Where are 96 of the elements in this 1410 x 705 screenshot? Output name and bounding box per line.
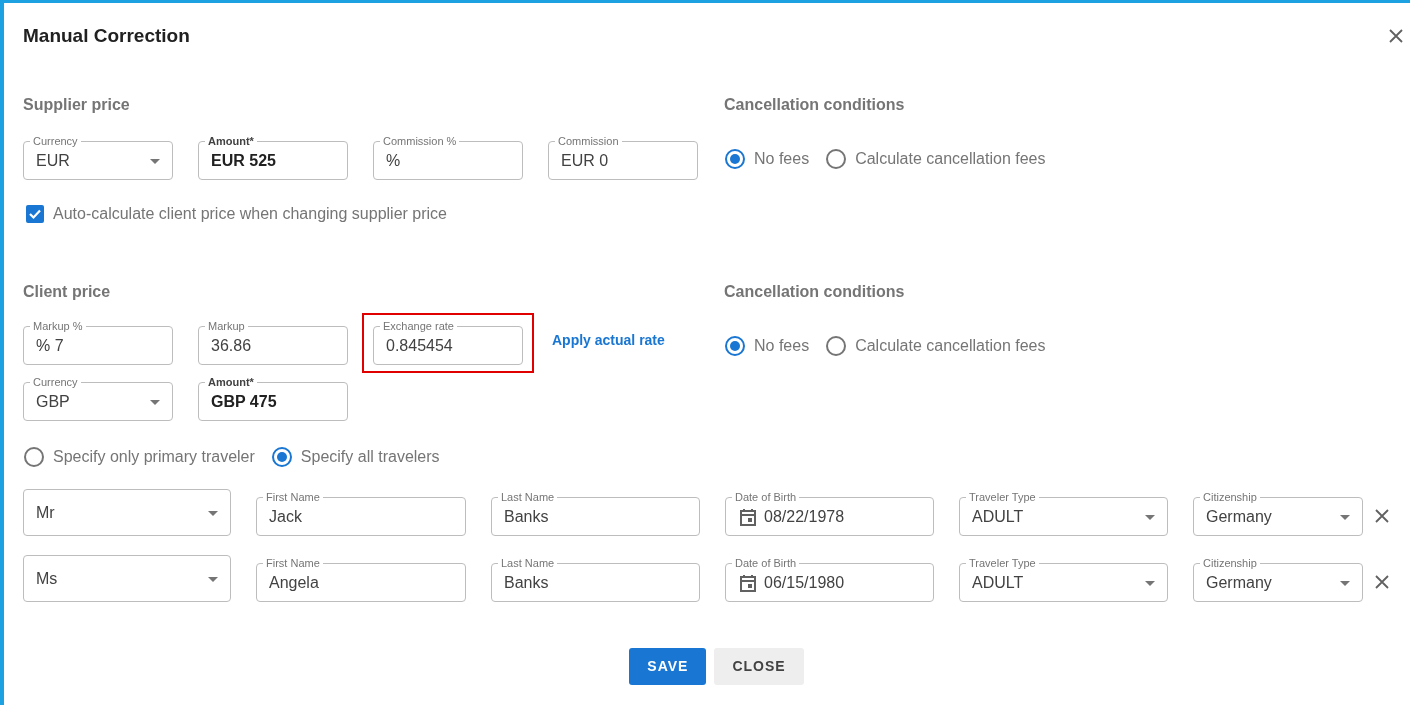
field-value[interactable]: Banks [504, 569, 687, 597]
checkbox[interactable] [25, 204, 45, 224]
field-value[interactable]: 0.845454 [386, 332, 510, 360]
select-field[interactable]: Ms [23, 555, 231, 602]
field-value[interactable]: % 7 [36, 332, 160, 360]
save-button[interactable]: SAVE [629, 648, 707, 685]
field-value[interactable]: GBP 475 [211, 388, 335, 416]
section-heading: Cancellation conditions [724, 95, 906, 115]
section-heading: Supplier price [23, 95, 131, 115]
caret-icon [208, 510, 218, 516]
field-label: Markup % [32, 321, 84, 332]
caret-icon [1145, 580, 1155, 586]
section-heading: Client price [23, 282, 112, 302]
field-label: Last Name [500, 558, 556, 569]
remove-icon[interactable] [1374, 574, 1390, 590]
field-label: Date of Birth [734, 492, 798, 503]
radio-label: Calculate cancellation fees [855, 149, 1046, 169]
remove-icon[interactable] [1374, 508, 1390, 524]
text-field[interactable]: Commission EUR 0 [548, 136, 698, 180]
radio-label: No fees [754, 336, 810, 356]
text-field[interactable]: Amount* GBP 475 [198, 377, 348, 421]
field-label: Citizenship [1202, 558, 1258, 569]
text-field[interactable]: Markup 36.86 [198, 321, 348, 365]
field-label: Last Name [500, 492, 556, 503]
apply-rate-link[interactable]: Apply actual rate [552, 329, 665, 351]
field-value[interactable]: GBP [36, 388, 144, 416]
field-label: Commission % [382, 136, 458, 147]
radio-button[interactable] [825, 335, 848, 357]
text-field[interactable]: Commission % % [373, 136, 523, 180]
field-value[interactable]: 36.86 [211, 332, 335, 360]
field-label: Traveler Type [968, 558, 1037, 569]
calendar-icon[interactable] [738, 507, 758, 527]
field-label: Markup [207, 321, 246, 332]
text-field[interactable]: Exchange rate 0.845454 [373, 321, 523, 365]
text-field[interactable]: First Name Angela [256, 558, 466, 602]
field-value[interactable]: 06/15/1980 [764, 569, 921, 597]
date-field[interactable]: Date of Birth 08/22/1978 [725, 492, 934, 536]
field-value[interactable]: EUR 0 [561, 147, 685, 175]
field-label: Commission [557, 136, 620, 147]
radio-button[interactable] [724, 335, 746, 357]
close-icon[interactable] [1388, 28, 1404, 44]
radio-button[interactable] [23, 446, 45, 468]
radio-label: No fees [754, 149, 810, 169]
field-label: Currency [32, 377, 79, 388]
calendar-icon[interactable] [738, 573, 758, 593]
select-field[interactable]: Citizenship Germany [1193, 558, 1363, 602]
field-label: Date of Birth [734, 558, 798, 569]
field-value[interactable]: EUR 525 [211, 147, 335, 175]
field-label: Citizenship [1202, 492, 1258, 503]
date-field[interactable]: Date of Birth 06/15/1980 [725, 558, 934, 602]
radio-label: Specify all travelers [300, 447, 440, 467]
close-button[interactable]: CLOSE [714, 648, 804, 685]
radio-label: Calculate cancellation fees [855, 336, 1046, 356]
field-value[interactable]: Germany [1206, 569, 1334, 597]
select-field[interactable]: Currency EUR [23, 136, 173, 180]
field-value[interactable]: EUR [36, 147, 144, 175]
radio-button[interactable] [825, 148, 848, 170]
field-label: Amount* [207, 136, 255, 147]
select-field[interactable]: Currency GBP [23, 377, 173, 421]
field-value[interactable]: Jack [269, 503, 453, 531]
field-value[interactable]: ADULT [972, 569, 1139, 597]
section-heading: Cancellation conditions [724, 282, 906, 302]
field-label: Amount* [207, 377, 255, 388]
field-value[interactable]: Banks [504, 503, 687, 531]
field-label: First Name [265, 492, 321, 503]
dialog-title: Manual Correction [23, 23, 190, 48]
radio-button[interactable] [270, 446, 293, 468]
field-value[interactable]: Ms [36, 565, 202, 593]
caret-icon [150, 158, 160, 164]
field-label: Traveler Type [968, 492, 1037, 503]
field-label: First Name [265, 558, 321, 569]
text-field[interactable]: Markup % % 7 [23, 321, 173, 365]
select-field[interactable]: Mr [23, 489, 231, 536]
text-field[interactable]: Last Name Banks [491, 492, 700, 536]
caret-icon [1145, 514, 1155, 520]
field-value[interactable]: 08/22/1978 [764, 503, 921, 531]
field-label: Exchange rate [382, 321, 455, 332]
radio-button[interactable] [724, 148, 746, 170]
checkbox-label: Auto-calculate client price when changing supplier price [53, 204, 447, 224]
select-field[interactable]: Citizenship Germany [1193, 492, 1363, 536]
caret-icon [150, 399, 160, 405]
caret-icon [1340, 514, 1350, 520]
caret-icon [208, 576, 218, 582]
field-value[interactable]: Angela [269, 569, 453, 597]
field-value[interactable]: Mr [36, 499, 202, 527]
select-field[interactable]: Traveler Type ADULT [959, 558, 1168, 602]
caret-icon [1340, 580, 1350, 586]
radio-label: Specify only primary traveler [53, 447, 255, 467]
field-label: Currency [32, 136, 79, 147]
field-value[interactable]: ADULT [972, 503, 1139, 531]
select-field[interactable]: Traveler Type ADULT [959, 492, 1168, 536]
text-field[interactable]: Amount* EUR 525 [198, 136, 348, 180]
field-value[interactable]: % [386, 147, 510, 175]
text-field[interactable]: First Name Jack [256, 492, 466, 536]
text-field[interactable]: Last Name Banks [491, 558, 700, 602]
field-value[interactable]: Germany [1206, 503, 1334, 531]
